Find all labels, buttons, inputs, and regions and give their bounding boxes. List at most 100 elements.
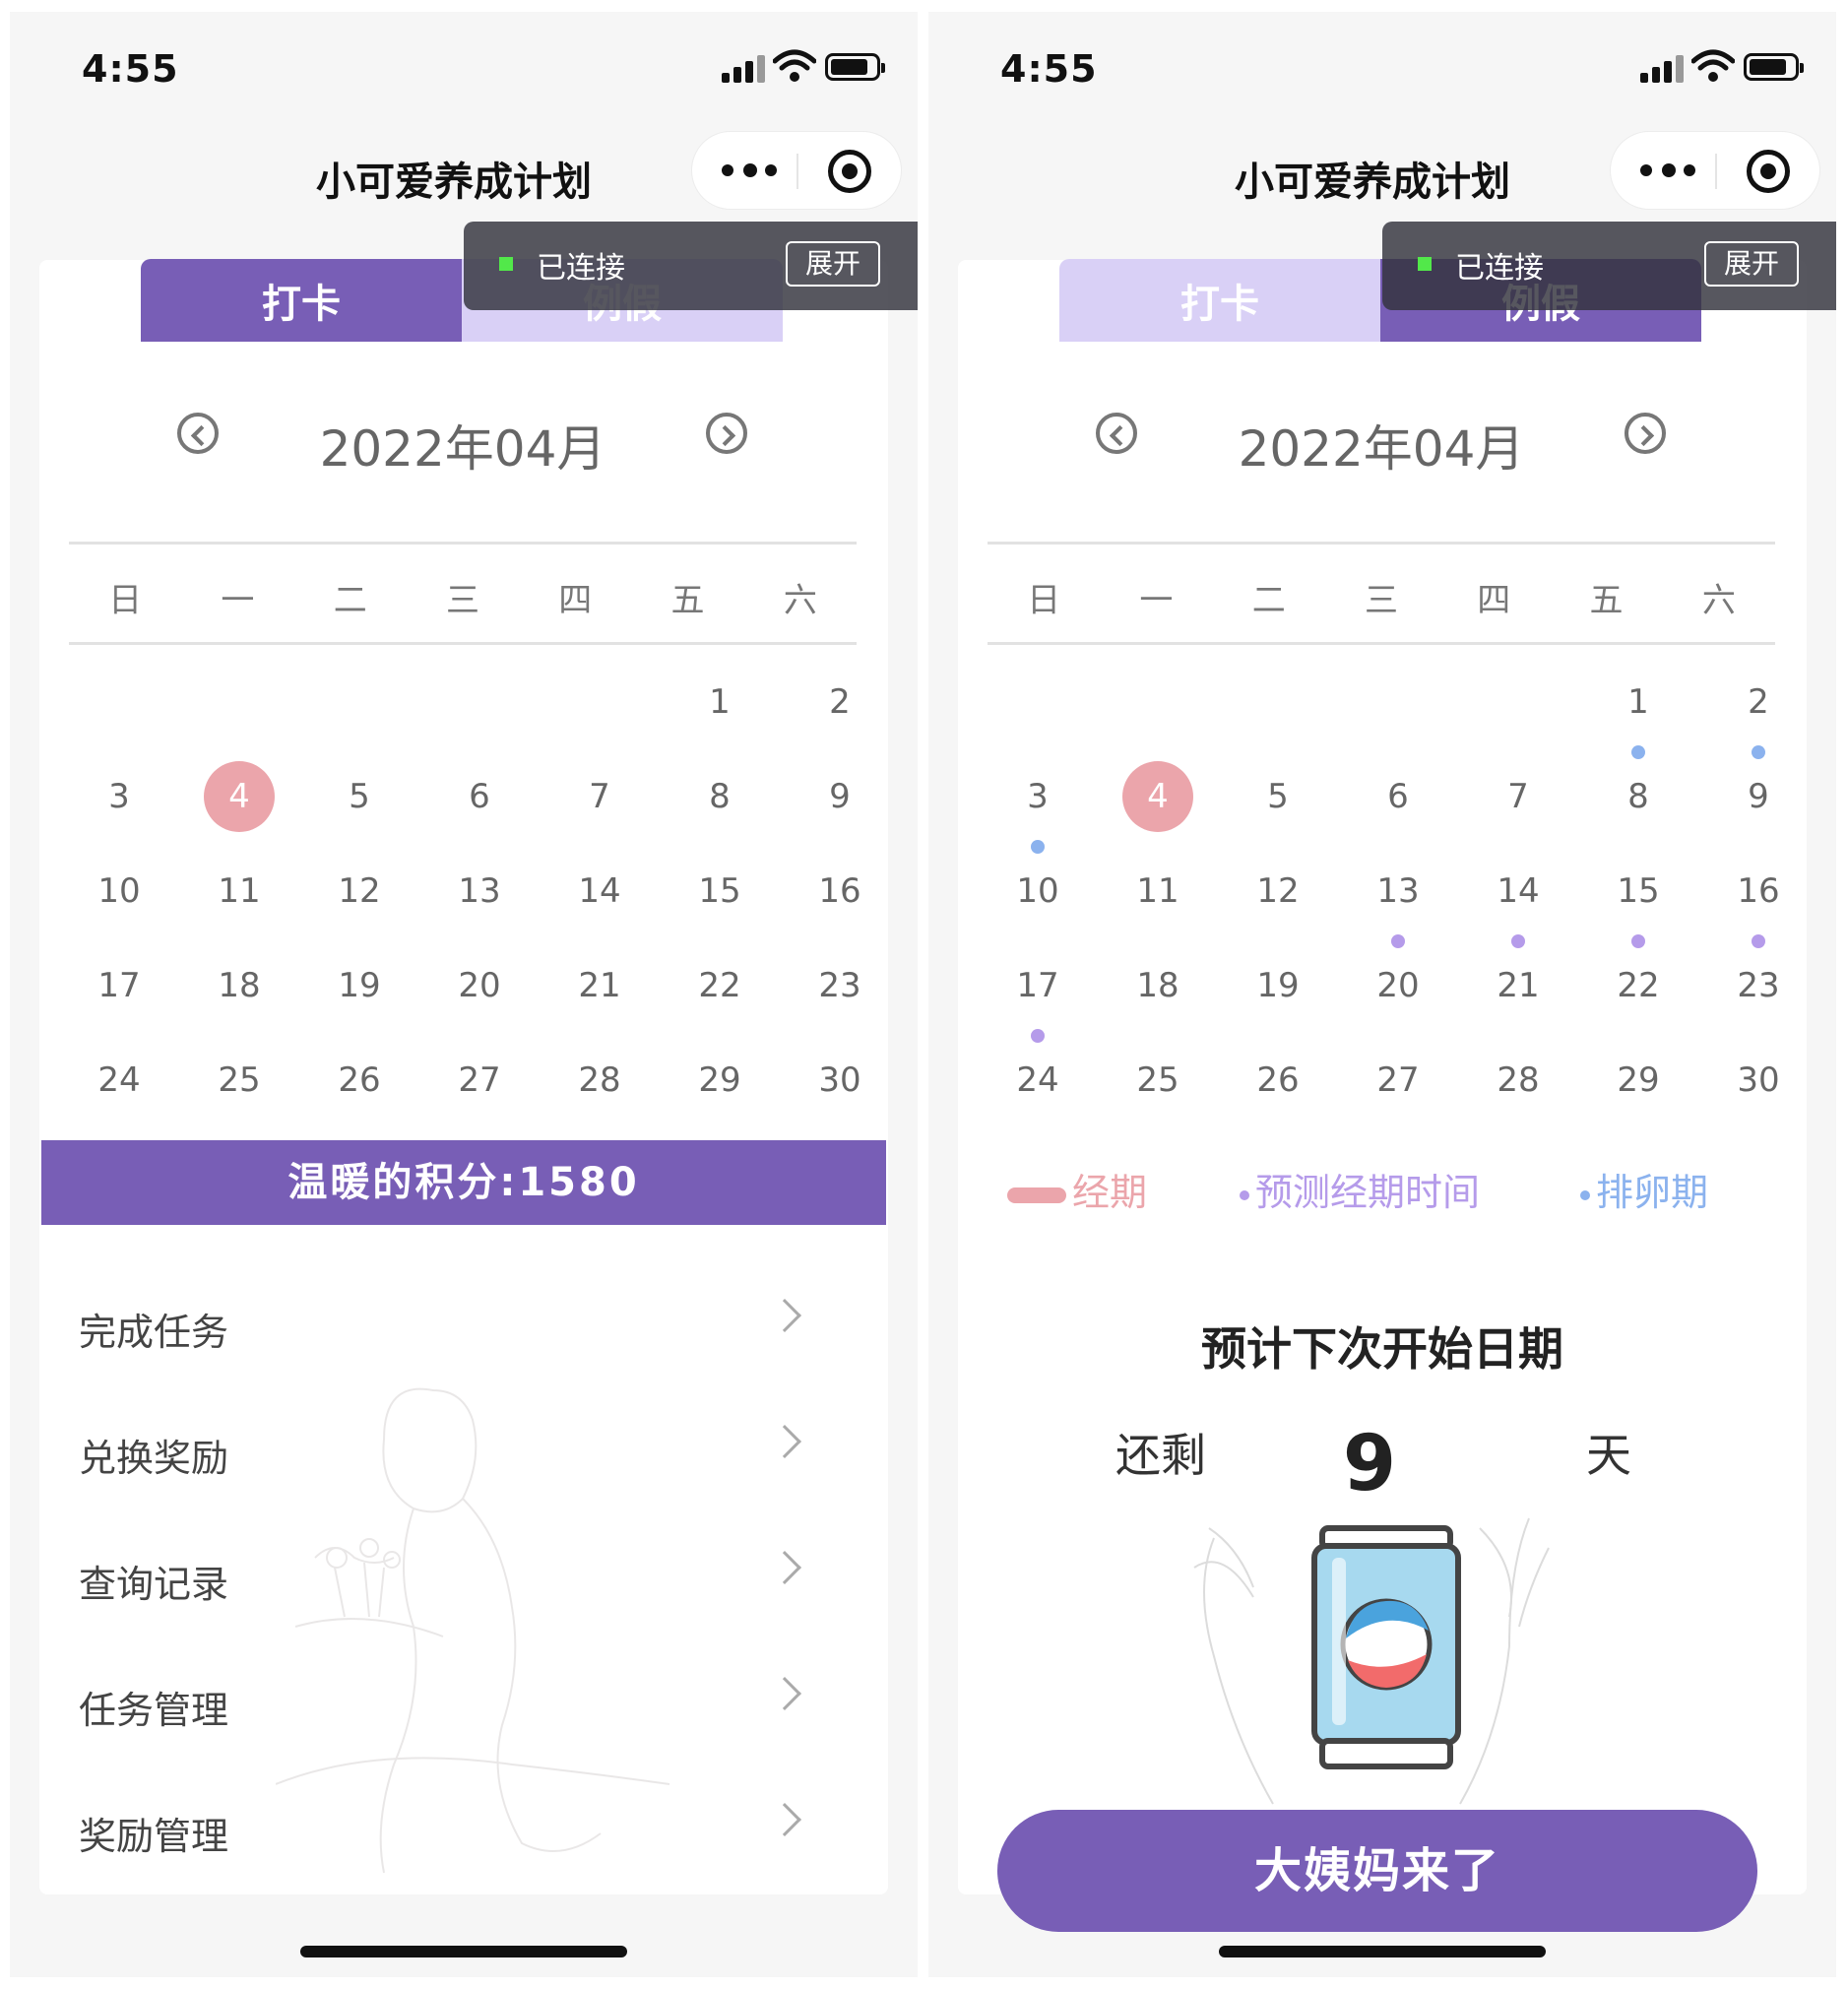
menu-item-redeem-reward[interactable]: 兑换奖励 [39, 1388, 888, 1514]
connected-label: 已连接 [537, 251, 625, 286]
calendar-day[interactable]: 11 [1098, 856, 1218, 927]
ovulation-dot [1631, 745, 1645, 759]
calendar-day[interactable]: 18 [179, 950, 299, 1021]
calendar-day[interactable]: 16 [1698, 856, 1818, 948]
menu-item-complete-task[interactable]: 完成任务 [39, 1262, 888, 1388]
calendar-day-number: 4 [204, 761, 275, 832]
calendar-day[interactable]: 13 [1338, 856, 1458, 948]
calendar-day[interactable]: 25 [179, 1045, 299, 1116]
phone-screen-checkin: 4:55 小可爱养成计划 打卡 例假 已连接 展开 2022年04月 [10, 12, 918, 1977]
calendar-day[interactable]: 21 [540, 950, 660, 1021]
connected-status-icon [499, 257, 513, 271]
calendar-day[interactable]: 5 [1218, 761, 1338, 832]
calendar-day[interactable]: 30 [1698, 1045, 1818, 1116]
calendar-day-number: 25 [218, 1060, 261, 1100]
wifi-icon [1691, 49, 1735, 82]
calendar-day[interactable]: 12 [1218, 856, 1338, 927]
tab-checkin[interactable]: 打卡 [141, 259, 462, 342]
calendar-day[interactable]: 9 [780, 761, 900, 832]
calendar-day[interactable]: 8 [660, 761, 780, 832]
calendar-day[interactable]: 21 [1458, 950, 1578, 1021]
calendar-day[interactable]: 6 [1338, 761, 1458, 832]
period-started-button[interactable]: 大姨妈来了 [997, 1810, 1757, 1932]
calendar-day-number: 18 [1136, 966, 1179, 1005]
calendar-day[interactable]: 8 [1578, 761, 1698, 832]
calendar-day[interactable]: 22 [1578, 950, 1698, 1021]
next-month-icon[interactable] [1625, 413, 1666, 454]
calendar-day[interactable]: 24 [978, 1045, 1098, 1116]
calendar-day[interactable]: 28 [1458, 1045, 1578, 1116]
calendar-day-number: 18 [218, 966, 261, 1005]
calendar-day[interactable]: 17 [59, 950, 179, 1021]
calendar-day[interactable]: 26 [299, 1045, 419, 1116]
capsule-divider [797, 154, 798, 189]
calendar-day[interactable]: 14 [540, 856, 660, 927]
expand-button[interactable]: 展开 [1704, 241, 1799, 287]
calendar-day[interactable]: 15 [1578, 856, 1698, 948]
weekday-label: 五 [670, 581, 705, 620]
calendar-day[interactable]: 20 [419, 950, 540, 1021]
more-icon[interactable] [722, 156, 781, 185]
calendar-day[interactable]: 20 [1338, 950, 1458, 1021]
predicted-period-dot [1391, 934, 1405, 948]
calendar-day[interactable]: 19 [299, 950, 419, 1021]
calendar-day[interactable]: 16 [780, 856, 900, 927]
calendar-day[interactable]: 17 [978, 950, 1098, 1043]
calendar-day[interactable]: 6 [419, 761, 540, 832]
calendar-day[interactable]: 7 [540, 761, 660, 832]
calendar-day[interactable]: 23 [780, 950, 900, 1021]
capsule-divider [1715, 154, 1717, 189]
ovulation-dot-icon [1580, 1189, 1590, 1200]
status-bar: 4:55 [928, 12, 1836, 128]
legend-predicted: 预测经期时间 [1240, 1162, 1480, 1216]
calendar-day[interactable]: 27 [1338, 1045, 1458, 1116]
calendar-day[interactable]: 28 [540, 1045, 660, 1116]
calendar-day-number: 19 [1256, 966, 1300, 1005]
calendar-day[interactable]: 23 [1698, 950, 1818, 1021]
expand-button[interactable]: 展开 [786, 241, 880, 287]
calendar-day[interactable]: 15 [660, 856, 780, 927]
calendar-day[interactable]: 29 [1578, 1045, 1698, 1116]
calendar-day[interactable]: 29 [660, 1045, 780, 1116]
calendar-day-number: 28 [578, 1060, 621, 1100]
calendar-day[interactable]: 22 [660, 950, 780, 1021]
calendar-day[interactable]: 18 [1098, 950, 1218, 1021]
calendar-day[interactable]: 4 [1098, 761, 1218, 832]
calendar-day[interactable]: 1 [1578, 667, 1698, 759]
calendar-day[interactable]: 1 [660, 667, 780, 738]
close-target-icon[interactable] [1747, 150, 1790, 193]
calendar-day[interactable]: 27 [419, 1045, 540, 1116]
calendar-day[interactable]: 11 [179, 856, 299, 927]
calendar-day[interactable]: 24 [59, 1045, 179, 1116]
calendar-day[interactable]: 25 [1098, 1045, 1218, 1116]
next-month-icon[interactable] [706, 413, 747, 454]
calendar-day[interactable]: 12 [299, 856, 419, 927]
remain-days: 9 [1342, 1420, 1397, 1508]
menu-item-query-records[interactable]: 查询记录 [39, 1514, 888, 1640]
calendar-day[interactable]: 7 [1458, 761, 1578, 832]
calendar-day[interactable]: 13 [419, 856, 540, 927]
calendar-day[interactable]: 10 [978, 856, 1098, 927]
calendar-day[interactable]: 9 [1698, 761, 1818, 832]
status-time: 4:55 [82, 47, 179, 91]
calendar-day[interactable]: 19 [1218, 950, 1338, 1021]
tab-checkin[interactable]: 打卡 [1059, 259, 1380, 342]
menu-item-task-management[interactable]: 任务管理 [39, 1640, 888, 1766]
menu-item-reward-management[interactable]: 奖励管理 [39, 1766, 888, 1893]
calendar-day[interactable]: 4 [179, 761, 299, 832]
calendar-day[interactable]: 30 [780, 1045, 900, 1116]
calendar-day[interactable]: 2 [780, 667, 900, 738]
more-icon[interactable] [1640, 156, 1699, 185]
close-target-icon[interactable] [828, 150, 871, 193]
points-bar: 温暖的积分:1580 [41, 1140, 886, 1225]
calendar-day[interactable]: 26 [1218, 1045, 1338, 1116]
legend-period: 经期 [1007, 1162, 1147, 1216]
calendar-day[interactable]: 2 [1698, 667, 1818, 759]
calendar-day-number: 5 [349, 777, 370, 816]
calendar-day[interactable]: 14 [1458, 856, 1578, 948]
calendar-day[interactable]: 5 [299, 761, 419, 832]
calendar-day[interactable]: 3 [978, 761, 1098, 854]
calendar-day[interactable]: 3 [59, 761, 179, 832]
calendar-day[interactable]: 10 [59, 856, 179, 927]
calendar-day-number: 2 [1748, 682, 1769, 722]
